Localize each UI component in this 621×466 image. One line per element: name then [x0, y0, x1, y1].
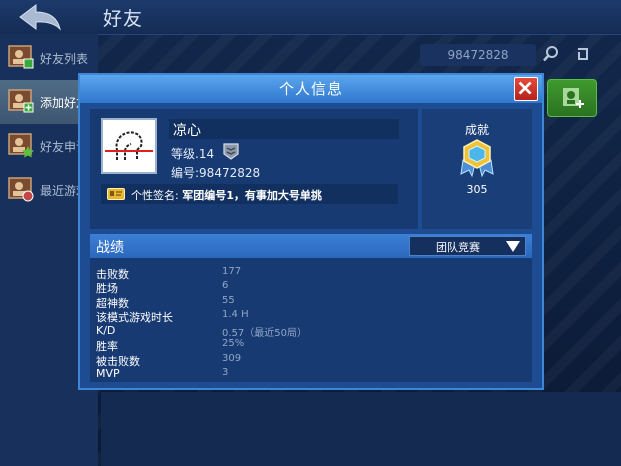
stat-row: 该模式游戏时长 1.4 H: [90, 309, 532, 324]
close-button[interactable]: [514, 77, 538, 101]
friends-content-area: [101, 392, 621, 466]
stat-value: 3: [222, 367, 229, 378]
stat-row: 超神数 55: [90, 295, 532, 310]
page-title: 好友: [103, 8, 144, 30]
avatar: [101, 118, 157, 174]
stat-row: MVP 3: [90, 367, 532, 381]
stat-label: K/D: [96, 324, 116, 337]
stat-label: MVP: [96, 367, 120, 380]
stat-row: 胜率 25%: [90, 338, 532, 353]
top-bar: 好友: [0, 0, 621, 35]
stats-header: 战绩 团队竞赛: [90, 234, 532, 258]
stat-row: 被击败数 309: [90, 353, 532, 368]
back-arrow-icon[interactable]: [16, 3, 64, 31]
sidebar-item-label: 好友列表: [40, 52, 89, 66]
stat-value: 6: [222, 280, 229, 291]
stat-label: 胜场: [96, 282, 118, 295]
signature-value: 军团编号1，有事加大号单挑: [182, 189, 322, 202]
avatar-image: [105, 131, 153, 160]
player-level: 等级.14: [171, 147, 215, 161]
dropdown-arrow-icon: [506, 241, 520, 252]
stat-value: 55: [222, 295, 235, 306]
stat-row: K/D 0.57（最近50局）: [90, 324, 532, 339]
stat-value: 177: [222, 266, 242, 277]
achievement-count: 305: [466, 183, 488, 196]
stat-row: 击败数 177: [90, 266, 532, 281]
signature-bar: 个性签名: 军团编号1，有事加大号单挑: [101, 184, 398, 204]
stat-value: 0.57（最近50局）: [222, 328, 307, 339]
friends-list-icon: [8, 45, 34, 69]
refresh-icon[interactable]: [575, 46, 591, 62]
stat-value: 309: [222, 353, 242, 364]
add-friend-icon: [8, 89, 34, 113]
signature-label: 个性签名:: [131, 189, 179, 202]
id-card-icon: [107, 188, 125, 200]
profile-panel: 凉心 等级.14 编号:98472828 个性签名: 军团编号1，有事加大号单挑: [90, 109, 418, 229]
game-mode-label: 团队竞赛: [436, 241, 480, 254]
player-id: 编号:98472828: [171, 166, 261, 180]
player-name: 凉心: [173, 123, 201, 139]
stat-value: 1.4 H: [222, 309, 249, 320]
stats-title: 战绩: [96, 240, 124, 256]
stat-label: 该模式游戏时长: [96, 311, 173, 324]
search-input[interactable]: 98472828: [420, 44, 536, 66]
stat-row: 胜场 6: [90, 280, 532, 295]
stat-value: 25%: [222, 338, 245, 349]
achievement-title: 成就: [464, 123, 489, 137]
player-name-bar: 凉心: [169, 119, 399, 139]
rank-badge-icon: [223, 143, 239, 160]
add-user-button[interactable]: [547, 79, 597, 117]
profile-dialog: 个人信息 凉心 等级.14 编号:98472828 个性签名: 军团编号1，有事…: [78, 73, 544, 390]
friend-request-icon: [8, 133, 34, 158]
achievement-medal-icon: [460, 139, 494, 178]
dialog-title: 个人信息: [278, 80, 343, 98]
close-icon: [518, 81, 532, 95]
stat-label: 胜率: [96, 340, 118, 353]
add-user-icon: [563, 88, 584, 108]
recent-games-icon: [8, 177, 34, 202]
search-icon[interactable]: [542, 45, 560, 63]
achievement-panel[interactable]: 成就 305: [422, 109, 532, 229]
stats-panel: 战绩 团队竞赛 击败数 177 胜场 6 超神数 55 该模式游戏时长 1.4 …: [90, 234, 532, 382]
dialog-header: 个人信息: [80, 75, 542, 103]
game-mode-dropdown[interactable]: 团队竞赛: [409, 236, 526, 256]
